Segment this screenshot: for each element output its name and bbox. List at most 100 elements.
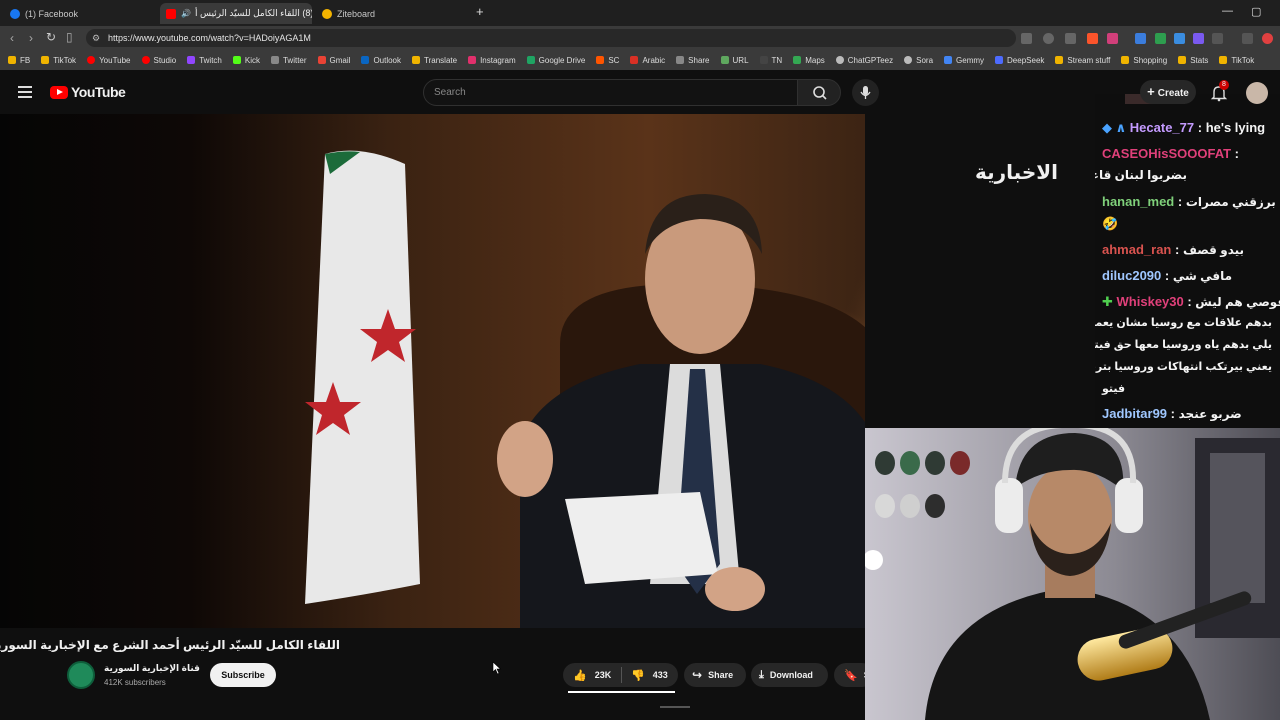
youtube-icon <box>87 56 96 64</box>
cast-icon[interactable] <box>1021 33 1032 44</box>
bookmark-chatgpteez[interactable]: ChatGPTeez <box>835 56 893 65</box>
create-button[interactable]: + Create <box>1140 80 1196 104</box>
brave-rewards-icon[interactable] <box>1107 33 1118 44</box>
soundcloud-icon <box>596 56 605 64</box>
bookmark-twitter[interactable]: Twitter <box>270 56 307 65</box>
bookmark-icon[interactable]: ▯ <box>66 30 73 44</box>
url-text: https://www.youtube.com/watch?v=HADoiyAG… <box>108 33 311 43</box>
bookmark-maps[interactable]: Maps <box>793 56 825 65</box>
bookmark-url[interactable]: URL <box>720 56 749 65</box>
extension-icon[interactable] <box>1155 33 1166 44</box>
share-icon <box>676 56 685 64</box>
zoom-icon[interactable] <box>1043 33 1054 44</box>
tab-label: Ziteboard <box>337 8 376 19</box>
extension-icon[interactable] <box>1135 33 1146 44</box>
bookmark-stream-stuff[interactable]: Stream stuff <box>1055 56 1110 65</box>
avatar[interactable] <box>1246 82 1268 104</box>
share-arrow-icon: ↪ <box>692 668 703 682</box>
bookmark-sc[interactable]: SC <box>596 56 619 65</box>
bookmark-shopping[interactable]: Shopping <box>1121 56 1167 65</box>
extension-icon[interactable] <box>1174 33 1185 44</box>
folder-icon <box>41 56 50 64</box>
maximize-icon[interactable]: ▢ <box>1251 5 1261 18</box>
bookmark-tn[interactable]: TN <box>759 56 782 65</box>
dislike-button[interactable]: 👎 433 <box>622 669 668 682</box>
search-input[interactable]: Search <box>423 79 798 106</box>
bookmark-outlook[interactable]: Outlook <box>361 56 401 65</box>
folder-icon <box>1178 56 1187 64</box>
brave-shield-icon[interactable] <box>1087 33 1098 44</box>
minimize-icon[interactable]: — <box>1222 5 1233 17</box>
plus-icon: + <box>1147 84 1155 99</box>
site-settings-icon[interactable]: ⚙ <box>92 29 100 47</box>
bookmark-arabic[interactable]: Arabic <box>630 56 665 65</box>
bookmark-youtube[interactable]: YouTube <box>87 56 131 65</box>
scroll-indicator <box>660 706 690 708</box>
bookmark-gmail[interactable]: Gmail <box>317 56 350 65</box>
bookmark-fb[interactable]: FB <box>8 56 30 65</box>
reload-icon[interactable]: ↻ <box>46 30 56 44</box>
youtube-logo[interactable]: YouTube <box>50 84 126 100</box>
video-details: اللقاء الكامل للسيّد الرئيس أحمد الشرع م… <box>0 628 874 720</box>
profile-icon[interactable] <box>1262 33 1273 44</box>
bookmark-sora[interactable]: Sora <box>904 56 933 65</box>
extensions-puzzle-icon[interactable] <box>1212 33 1223 44</box>
search-icon <box>813 86 827 100</box>
bookmark-deepseek[interactable]: DeepSeek <box>995 56 1044 65</box>
youtube-icon <box>166 8 176 19</box>
chat-message: ✚ Whiskey30 : قوصي هم ليش <box>1102 294 1280 309</box>
share-page-icon[interactable] <box>1065 33 1076 44</box>
speaker-icon: 🔊 <box>181 9 191 18</box>
deepseek-icon <box>995 56 1004 64</box>
bookmark-tiktok[interactable]: TikTok <box>41 56 76 65</box>
bookmark-instagram[interactable]: Instagram <box>468 56 516 65</box>
chat-message: Jadbitar99 : ضربو عنجد <box>1102 406 1242 421</box>
bookmark-twitch[interactable]: Twitch <box>187 56 222 65</box>
tab-ziteboard[interactable]: Ziteboard <box>316 3 468 24</box>
ziteboard-icon <box>322 8 332 19</box>
tab-youtube-video[interactable]: 🔊 (8) اللقاء الكامل للسيّد الرئيس أ ✕ <box>160 3 312 24</box>
download-button[interactable]: ⤓ Download <box>751 663 828 687</box>
chat-message: CASEOHisSOOOFAT : <box>1102 146 1240 161</box>
video-player[interactable] <box>0 114 865 628</box>
tn-icon <box>759 56 768 64</box>
stream-chat-overlay: ◆ ∧ Hecate_77 : he's lying CASEOHisSOOOF… <box>1095 94 1280 428</box>
like-button[interactable]: 👍 23K <box>563 669 621 682</box>
chat-message: فيتو <box>1102 383 1126 395</box>
url-input[interactable]: ⚙ https://www.youtube.com/watch?v=HADoiy… <box>86 29 1016 47</box>
menu-icon[interactable] <box>18 86 32 98</box>
x-icon <box>270 56 279 64</box>
thumbs-down-icon: 👎 <box>631 669 645 682</box>
share-button[interactable]: ↪ Share <box>684 663 746 687</box>
kick-icon <box>232 56 241 64</box>
channel-watermark: الاخبارية <box>975 162 1058 184</box>
media-control-icon[interactable] <box>1242 33 1253 44</box>
chat-message: ahmad_ran : بيدو قصف <box>1102 242 1245 257</box>
bookmark-translate[interactable]: Translate <box>412 56 457 65</box>
back-icon[interactable]: ‹ <box>10 31 14 45</box>
mouse-cursor-icon <box>492 661 502 675</box>
extension-icon[interactable] <box>1193 33 1204 44</box>
channel-avatar[interactable] <box>67 661 95 689</box>
tab-facebook[interactable]: (1) Facebook <box>4 3 156 24</box>
folder-icon <box>412 56 421 64</box>
channel-name[interactable]: قناة الإخبارية السورية <box>104 663 200 674</box>
bookmark-kick[interactable]: Kick <box>232 56 260 65</box>
subscribe-button[interactable]: Subscribe <box>210 663 276 687</box>
arabic-icon <box>630 56 639 64</box>
search-button[interactable] <box>797 79 841 106</box>
tab-label: (1) Facebook <box>25 8 79 19</box>
bookmark-gemmy[interactable]: Gemmy <box>944 56 984 65</box>
voice-search-button[interactable] <box>852 79 879 106</box>
bookmark-studio[interactable]: Studio <box>141 56 176 65</box>
bookmark-stats[interactable]: Stats <box>1178 56 1208 65</box>
bookmark-tiktok-2[interactable]: TikTok <box>1219 56 1254 65</box>
bookmark-google-drive[interactable]: Google Drive <box>526 56 585 65</box>
notifications-button[interactable]: 8 <box>1210 80 1230 107</box>
forward-icon[interactable]: › <box>29 31 33 45</box>
thumbs-up-icon: 👍 <box>573 669 587 682</box>
new-tab-button[interactable]: + <box>476 4 484 19</box>
bookmark-share[interactable]: Share <box>676 56 710 65</box>
chatgpt-icon <box>835 56 844 64</box>
youtube-header: YouTube Search <box>0 70 1095 114</box>
